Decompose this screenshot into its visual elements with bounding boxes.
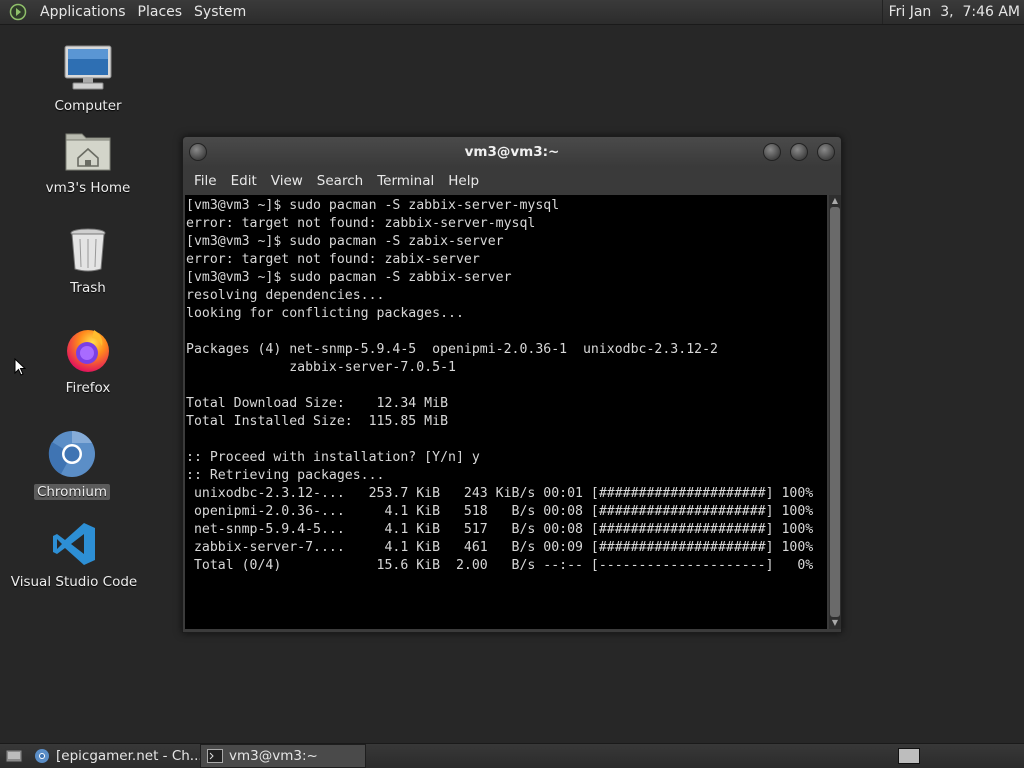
desktop-icon-firefox[interactable]: Firefox [28, 326, 148, 396]
bottom-panel: [epicgamer.net - Ch... vm3@vm3:~ [0, 743, 1024, 768]
places-menu[interactable]: Places [132, 4, 189, 20]
terminal-scrollbar[interactable]: ▲ ▼ [829, 195, 841, 629]
computer-icon [62, 44, 114, 92]
terminal-window[interactable]: vm3@vm3:~ File Edit View Search Terminal… [182, 136, 842, 633]
distro-logo-icon[interactable] [8, 2, 28, 22]
desktop-icon-computer[interactable]: Computer [28, 44, 148, 114]
trash-icon [62, 226, 114, 274]
scroll-up-icon[interactable]: ▲ [829, 195, 841, 207]
menu-file[interactable]: File [187, 173, 224, 189]
taskbar-chromium[interactable]: [epicgamer.net - Ch... [28, 745, 203, 767]
desktop-icon-vscode[interactable]: Visual Studio Code [11, 520, 137, 590]
menu-view[interactable]: View [264, 173, 310, 189]
vscode-icon [48, 520, 100, 568]
desktop-icon-chromium[interactable]: Chromium [12, 430, 132, 500]
chromium-icon [34, 748, 50, 764]
close-button[interactable] [817, 143, 835, 161]
menu-edit[interactable]: Edit [224, 173, 264, 189]
show-desktop-icon[interactable] [4, 746, 24, 766]
system-menu[interactable]: System [188, 4, 252, 20]
desktop-icon-label: Firefox [65, 380, 111, 396]
task-label: vm3@vm3:~ [229, 748, 318, 764]
mouse-cursor-icon [14, 357, 27, 380]
terminal-menubar: File Edit View Search Terminal Help [183, 167, 841, 195]
taskbar-terminal[interactable]: vm3@vm3:~ [200, 744, 366, 768]
desktop-icon-label: Computer [54, 98, 122, 114]
desktop-icon-label: vm3's Home [45, 180, 131, 196]
applications-menu[interactable]: Applications [34, 4, 132, 20]
desktop-icon-label: Visual Studio Code [10, 574, 138, 590]
desktop-icon-label: Chromium [33, 484, 111, 500]
terminal-titlebar[interactable]: vm3@vm3:~ [183, 137, 841, 167]
task-label: [epicgamer.net - Ch... [56, 748, 203, 764]
window-title: vm3@vm3:~ [464, 144, 560, 160]
clock[interactable]: Fri Jan 3, 7:46 AM [881, 0, 1020, 24]
top-panel: Applications Places System Fri Jan 3, 7:… [0, 0, 1024, 25]
firefox-icon [62, 326, 114, 374]
minimize-button[interactable] [763, 143, 781, 161]
terminal-output[interactable]: [vm3@vm3 ~]$ sudo pacman -S zabbix-serve… [185, 195, 827, 629]
terminal-icon [207, 749, 223, 763]
home-folder-icon [62, 126, 114, 174]
chromium-icon [46, 430, 98, 478]
desktop: Applications Places System Fri Jan 3, 7:… [0, 0, 1024, 768]
terminal-text: [vm3@vm3 ~]$ sudo pacman -S zabbix-serve… [186, 198, 814, 573]
menu-search[interactable]: Search [310, 173, 370, 189]
menu-terminal[interactable]: Terminal [370, 173, 441, 189]
scrollbar-thumb[interactable] [830, 207, 840, 617]
desktop-icon-trash[interactable]: Trash [28, 226, 148, 296]
desktop-icon-label: Trash [70, 280, 106, 296]
menu-help[interactable]: Help [441, 173, 486, 189]
workspace-switcher[interactable] [898, 748, 920, 764]
desktop-icon-home[interactable]: vm3's Home [28, 126, 148, 196]
maximize-button[interactable] [790, 143, 808, 161]
scroll-down-icon[interactable]: ▼ [829, 617, 841, 629]
window-menu-button[interactable] [189, 143, 207, 161]
